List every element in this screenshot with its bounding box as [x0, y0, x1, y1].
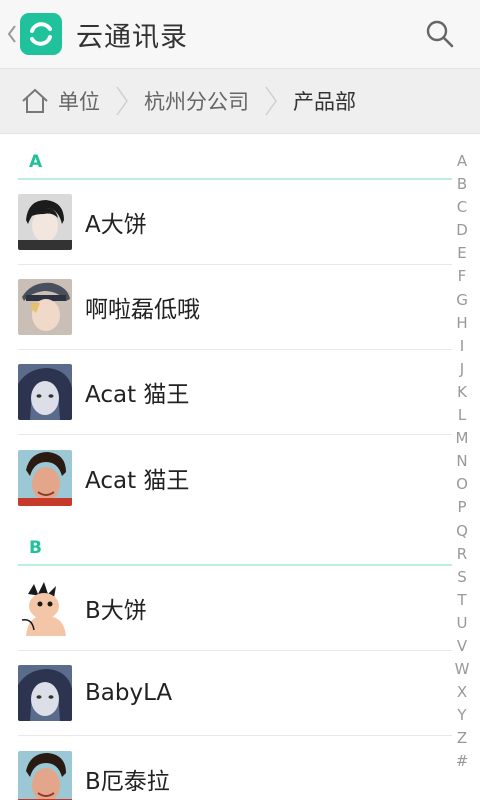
breadcrumb-label: 产品部	[293, 90, 356, 114]
app-header: 云通讯录	[0, 0, 480, 68]
index-letter[interactable]: Y	[457, 704, 466, 727]
breadcrumb-item-branch[interactable]: 杭州分公司	[144, 86, 249, 116]
index-letter[interactable]: Z	[457, 727, 467, 750]
index-letter[interactable]: G	[456, 289, 468, 312]
chevron-right-icon	[116, 86, 128, 116]
index-letter[interactable]: C	[457, 196, 467, 219]
index-letter[interactable]: A	[457, 150, 467, 173]
index-letter[interactable]: M	[456, 427, 469, 450]
index-letter[interactable]: Q	[456, 520, 468, 543]
chevron-left-icon[interactable]	[4, 24, 20, 44]
avatar	[18, 279, 72, 335]
cloud-contacts-logo-icon	[20, 13, 62, 55]
app-title: 云通讯录	[76, 21, 188, 53]
index-letter[interactable]: R	[457, 543, 467, 566]
section-header-a: A	[0, 134, 452, 180]
contact-row[interactable]: BabyLA	[18, 651, 452, 736]
contact-list: A A大饼 啊啦磊低哦 Acat 猫王 Acat 猫王 B B大饼 BabyLA…	[0, 134, 452, 800]
index-letter[interactable]: K	[457, 381, 467, 404]
index-letter[interactable]: N	[456, 450, 467, 473]
home-icon	[22, 88, 48, 113]
index-letter[interactable]: F	[458, 265, 467, 288]
contact-row[interactable]: Acat 猫王	[18, 350, 452, 435]
avatar	[18, 750, 72, 800]
contact-name: BabyLA	[85, 680, 173, 706]
index-letter[interactable]: S	[457, 566, 467, 589]
avatar	[18, 364, 72, 420]
index-letter[interactable]: E	[457, 242, 466, 265]
index-letter[interactable]: B	[457, 173, 467, 196]
contact-row[interactable]: 啊啦磊低哦	[18, 265, 452, 350]
section-label: A	[29, 152, 43, 172]
index-letter[interactable]: T	[457, 589, 466, 612]
breadcrumb-item-unit[interactable]: 单位	[20, 86, 100, 116]
index-letter[interactable]: O	[456, 473, 468, 496]
contact-name: 啊啦磊低哦	[85, 297, 200, 323]
index-letter[interactable]: I	[460, 335, 464, 358]
index-letter[interactable]: U	[457, 612, 468, 635]
contact-row[interactable]: Acat 猫王	[18, 435, 452, 520]
contact-row[interactable]: B厄泰拉	[18, 736, 452, 800]
breadcrumb-label: 单位	[58, 90, 100, 114]
alphabet-index-bar[interactable]: A B C D E F G H I J K L M N O P Q R S T …	[450, 150, 474, 774]
search-icon[interactable]	[422, 16, 458, 52]
index-letter[interactable]: #	[456, 750, 469, 773]
avatar	[18, 665, 72, 721]
index-letter[interactable]: L	[458, 404, 466, 427]
index-letter[interactable]: H	[456, 312, 467, 335]
index-letter[interactable]: X	[457, 681, 467, 704]
contact-name: B大饼	[85, 598, 147, 624]
contact-name: A大饼	[85, 212, 147, 238]
contact-name: Acat 猫王	[85, 467, 190, 494]
breadcrumb-label: 杭州分公司	[144, 90, 249, 114]
avatar	[18, 580, 72, 636]
contact-row[interactable]: A大饼	[18, 180, 452, 265]
chevron-right-icon	[265, 86, 277, 116]
avatar	[18, 194, 72, 250]
index-letter[interactable]: W	[455, 658, 470, 681]
section-label: B	[29, 538, 42, 558]
breadcrumb: 单位 杭州分公司 产品部	[0, 68, 480, 134]
contact-name: Acat 猫王	[85, 382, 190, 408]
index-letter[interactable]: V	[457, 635, 467, 658]
breadcrumb-item-department: 产品部	[293, 86, 356, 116]
contact-row[interactable]: B大饼	[18, 566, 452, 651]
section-header-b: B	[0, 520, 452, 566]
contact-name: B厄泰拉	[85, 768, 170, 795]
index-letter[interactable]: J	[460, 358, 464, 381]
avatar	[18, 449, 72, 506]
index-letter[interactable]: D	[456, 219, 468, 242]
index-letter[interactable]: P	[457, 496, 466, 519]
